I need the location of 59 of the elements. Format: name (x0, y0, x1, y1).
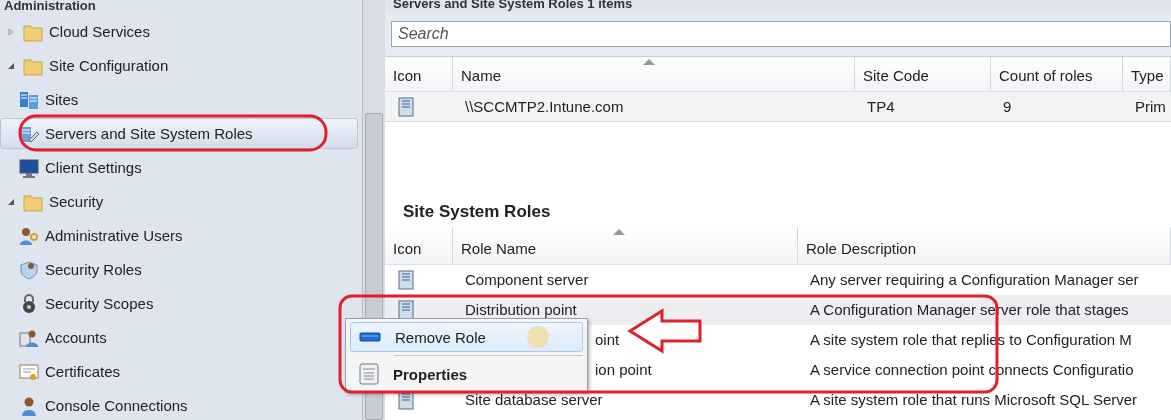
item-label: Administrative Users (45, 227, 183, 244)
sort-arrow-icon (613, 229, 625, 235)
table-cell-text: \\SCCMTP2.Intune.com (464, 97, 625, 117)
tree-item[interactable]: Site Configuration (0, 50, 358, 81)
column-header[interactable]: Count of roles (991, 57, 1123, 92)
table-cell-text: Site database server (465, 390, 603, 410)
item-label: Servers and Site System Roles (45, 125, 253, 142)
tree-item[interactable]: Administrative Users (0, 220, 358, 251)
certificate-icon (19, 361, 39, 382)
search-field[interactable]: Search (391, 21, 1171, 47)
tree-item[interactable]: Cloud Services (0, 16, 358, 47)
item-label: Sites (45, 91, 79, 108)
table-cell-text: TP4 (866, 97, 896, 117)
item-label: Cloud Services (49, 23, 150, 40)
item-label: Certificates (45, 363, 121, 380)
table-cell-text: Any server requiring a Configuration Manager ser (809, 270, 1140, 290)
expanded-arrow-icon[interactable] (7, 61, 15, 70)
item-label: Security Roles (45, 261, 142, 278)
minus-bar-icon (359, 332, 381, 342)
table-cell-text: Prim (1134, 97, 1167, 117)
properties-icon (359, 363, 379, 385)
tree-item[interactable]: Sites (0, 84, 358, 115)
sort-arrow-icon (643, 59, 655, 65)
table-row[interactable]: \\SCCMTP2.Intune.com TP4 9 Prim (385, 92, 1171, 122)
tree-item[interactable]: Client Settings (0, 152, 358, 183)
column-header[interactable]: Role Description (798, 227, 1171, 265)
column-header[interactable]: Role Name (453, 227, 798, 265)
table-row[interactable]: Component server Any server requiring a Configuration Manager ser (385, 265, 1171, 295)
table-cell-text: A site system role that runs Microsoft SQL Server (809, 390, 1139, 410)
pane-header: Administration (3, 0, 97, 12)
table-cell-text: oint (595, 330, 620, 350)
monitor-icon (19, 157, 39, 178)
tree-item[interactable]: Security Roles (0, 254, 358, 285)
cursor-highlight (527, 326, 549, 348)
column-header[interactable]: Site Code (855, 57, 991, 92)
item-label: Security (49, 193, 104, 210)
table-cell-text: 9 (1002, 97, 1013, 117)
table-cell-text: Component server (465, 270, 589, 290)
shield-user-icon (19, 259, 39, 280)
item-label: Console Connections (45, 397, 188, 414)
tree-item[interactable]: Servers and Site System Roles (0, 118, 358, 149)
column-header[interactable]: Icon (385, 57, 453, 92)
tree-item[interactable]: Security Scopes (0, 288, 358, 319)
tree-item[interactable]: Security (0, 186, 358, 217)
expanded-arrow-icon[interactable] (7, 197, 15, 206)
item-label: Security Scopes (45, 295, 154, 312)
item-label: Client Settings (45, 159, 142, 176)
table-cell-text: Distribution point (465, 300, 577, 320)
item-label: Site Configuration (49, 57, 169, 74)
section-title: Site System Roles (402, 201, 552, 223)
item-label: Accounts (45, 329, 107, 346)
tree-item[interactable]: Console Connections (0, 390, 358, 420)
user-key-icon (19, 225, 39, 246)
column-header[interactable]: Name (453, 57, 855, 92)
table-cell-text: ion point (595, 360, 652, 380)
servers-icon (19, 89, 39, 110)
column-header[interactable]: Icon (385, 227, 453, 265)
user-icon (19, 395, 39, 416)
column-header[interactable]: Type (1123, 57, 1171, 92)
